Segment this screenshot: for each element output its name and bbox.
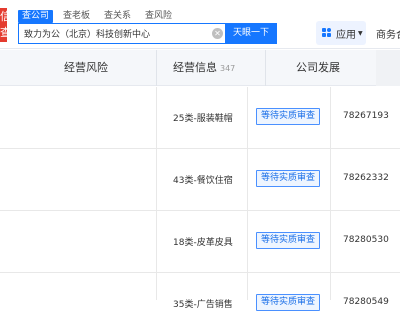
reg-number-cell: 78280549 [343, 297, 389, 307]
status-badge: 等待实质审查 [256, 170, 320, 187]
category-cell: 43类-餐饮住宿 [173, 176, 233, 186]
tab-divider [265, 50, 266, 86]
tab-company-development[interactable]: 公司发展 [296, 50, 340, 86]
apps-menu-button[interactable]: 应用 ▼ [316, 21, 366, 45]
tab-count: 347 [220, 64, 236, 73]
logo-char-2: 查 [0, 26, 7, 39]
reg-number-cell: 78280530 [343, 235, 389, 245]
search-type-tabs: 查公司 查老板 查关系 查风险 [18, 10, 182, 23]
table-row[interactable]: 25类-服装鞋帽 等待实质审查 78267193 [0, 87, 400, 149]
search-tab-boss[interactable]: 查老板 [59, 10, 94, 23]
category-cell: 18类-皮革皮具 [173, 238, 233, 248]
status-badge: 等待实质审查 [256, 232, 320, 249]
tabbar-edge [376, 50, 400, 86]
tab-label: 经营风险 [64, 61, 108, 74]
category-cell: 35类-广告销售 [173, 300, 233, 310]
tab-divider [156, 50, 157, 86]
top-header: 信 查 查公司 查老板 查关系 查风险 ✕ 天眼一下 应用 ▼ 商务合作 [0, 0, 400, 49]
table-row[interactable]: 18类-皮革皮具 等待实质审查 78280530 [0, 211, 400, 273]
search-tab-risk[interactable]: 查风险 [141, 10, 176, 23]
tab-label: 公司发展 [296, 61, 340, 74]
grid-apps-icon [322, 28, 332, 38]
search-tab-company[interactable]: 查公司 [18, 10, 54, 23]
reg-number-cell: 78262332 [343, 173, 389, 183]
section-tabs: 经营风险 经营信息 347 公司发展 [0, 50, 400, 86]
table-row[interactable]: 43类-餐饮住宿 等待实质审查 78262332 [0, 149, 400, 211]
table-row[interactable]: 35类-广告销售 等待实质审查 78280549 [0, 273, 400, 313]
status-badge: 等待实质审查 [256, 108, 320, 125]
caret-down-icon: ▼ [358, 29, 363, 37]
search-input[interactable] [24, 24, 209, 43]
business-cooperation-link[interactable]: 商务合作 [376, 26, 400, 41]
site-logo[interactable]: 信 查 [0, 8, 7, 42]
search-tab-relation[interactable]: 查关系 [100, 10, 135, 23]
tab-business-risk[interactable]: 经营风险 [64, 50, 108, 86]
search-button[interactable]: 天眼一下 [225, 23, 277, 44]
tab-business-info[interactable]: 经营信息 347 [173, 50, 235, 86]
status-badge: 等待实质审查 [256, 294, 320, 311]
apps-label: 应用 [336, 29, 356, 41]
category-cell: 25类-服装鞋帽 [173, 114, 233, 124]
tab-label: 经营信息 [173, 61, 217, 74]
trademark-table: 25类-服装鞋帽 等待实质审查 78267193 43类-餐饮住宿 等待实质审查… [0, 87, 400, 313]
close-circle-icon[interactable]: ✕ [212, 28, 223, 39]
logo-char-1: 信 [0, 10, 7, 23]
search-box: ✕ [18, 23, 225, 44]
reg-number-cell: 78267193 [343, 111, 389, 121]
